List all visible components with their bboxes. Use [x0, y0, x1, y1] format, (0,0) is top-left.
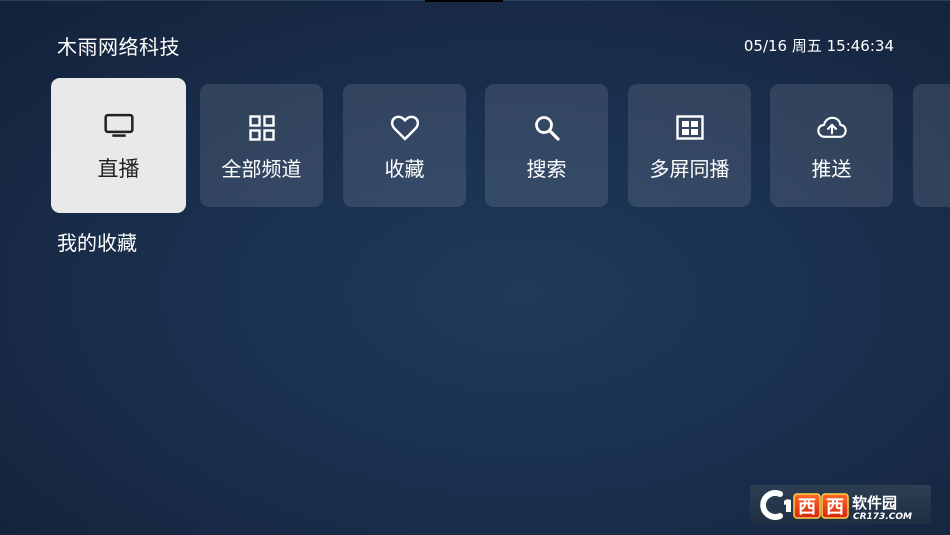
svg-text:软件园: 软件园	[852, 494, 897, 512]
menu-all-channels-button[interactable]: 全部频道	[200, 84, 323, 207]
svg-text:西: 西	[798, 497, 816, 518]
main-menu: 直播 全部频道 收藏 搜索 多屏同播 推送	[0, 0, 950, 240]
grid-icon	[247, 113, 277, 143]
tv-icon	[103, 111, 134, 141]
menu-live-button[interactable]: 直播	[51, 78, 186, 213]
heart-icon	[390, 113, 420, 143]
menu-multi-screen-label: 多屏同播	[649, 157, 730, 181]
favorites-section-title: 我的收藏	[57, 231, 137, 255]
cloud-upload-icon	[816, 113, 847, 143]
menu-favorites-label: 收藏	[384, 157, 425, 181]
search-icon	[532, 113, 562, 143]
watermark-logo: 西 西 软件园 CR173.COM	[750, 485, 931, 524]
menu-multi-screen-button[interactable]: 多屏同播	[628, 84, 751, 207]
svg-text:西: 西	[826, 497, 844, 518]
menu-search-button[interactable]: 搜索	[485, 84, 608, 207]
menu-push-button[interactable]: 推送	[770, 84, 893, 207]
menu-search-label: 搜索	[526, 157, 567, 181]
multi-screen-icon	[675, 113, 705, 143]
menu-partial-tile[interactable]	[913, 84, 950, 207]
menu-live-label: 直播	[97, 157, 140, 181]
menu-all-channels-label: 全部频道	[221, 157, 302, 181]
watermark-logo-icon: 西 西 软件园 CR173.COM	[760, 489, 912, 522]
svg-text:CR173.COM: CR173.COM	[853, 512, 912, 522]
menu-push-label: 推送	[811, 157, 852, 181]
menu-favorites-button[interactable]: 收藏	[343, 84, 466, 207]
